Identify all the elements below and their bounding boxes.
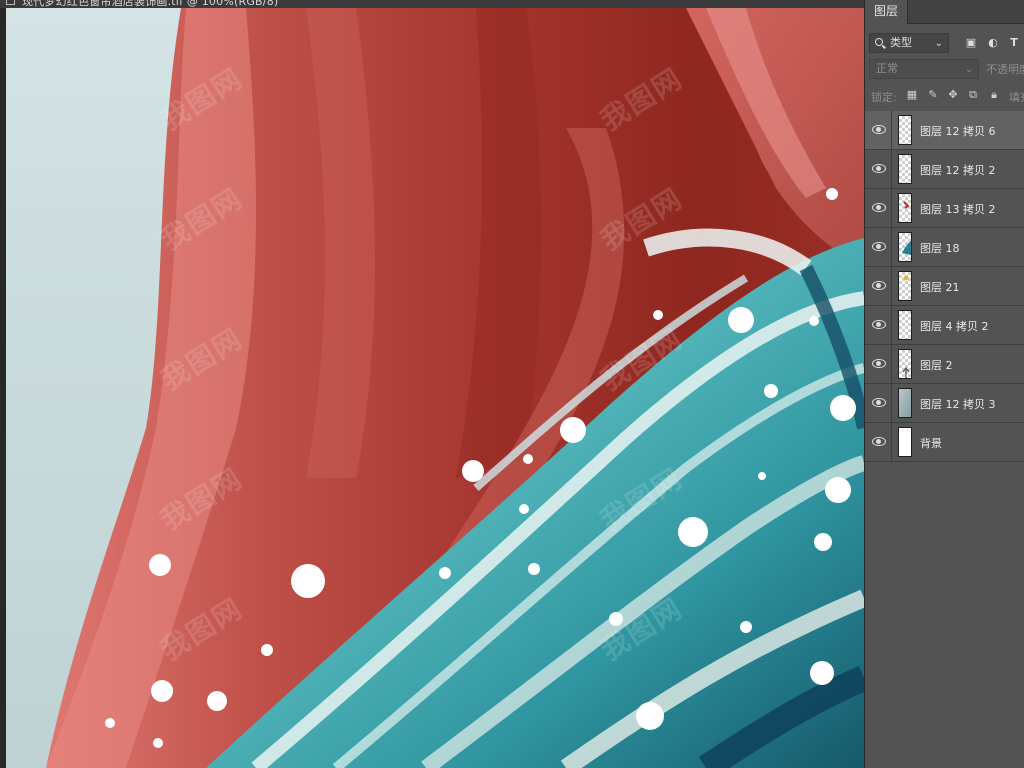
fill-label: 填充 (1009, 91, 1024, 104)
layer-thumbnail[interactable] (898, 115, 912, 145)
layer-name[interactable]: 背景 (920, 435, 942, 451)
layer-row[interactable]: 图层 21 (865, 267, 1024, 306)
layer-thumbnail[interactable] (898, 154, 912, 184)
layer-list: 图层 12 拷贝 6 图层 12 拷贝 2 图层 13 拷贝 2 图层 18 图层 21… (865, 111, 1024, 462)
close-icon[interactable] (6, 0, 15, 5)
layer-name[interactable]: 图层 21 (920, 279, 960, 295)
layer-name[interactable]: 图层 12 拷贝 2 (920, 162, 996, 178)
lock-paint-icon[interactable]: ✎ (926, 88, 940, 102)
panel-header: 图层 (865, 0, 1024, 24)
layer-row[interactable]: 图层 18 (865, 228, 1024, 267)
adjustment-filter-icon[interactable]: ◐ (985, 35, 1001, 51)
document-tab-title: 现代梦幻红色窗帘酒店装饰画.tif @ 100%(RGB/8) (22, 0, 279, 8)
lock-label: 锁定: (871, 91, 897, 104)
divider (891, 384, 892, 422)
visibility-eye-icon[interactable] (872, 163, 886, 173)
divider (891, 111, 892, 149)
divider (891, 228, 892, 266)
layer-row[interactable]: 图层 12 拷贝 3 (865, 384, 1024, 423)
layer-name[interactable]: 图层 12 拷贝 6 (920, 123, 996, 139)
layer-thumbnail[interactable] (898, 349, 912, 379)
chevron-down-icon: ⌄ (934, 38, 943, 49)
lock-all-icon[interactable]: 🔒︎ (987, 88, 1001, 102)
chevron-down-icon: ⌄ (964, 64, 973, 75)
filter-kind-label: 类型 (890, 36, 912, 49)
layer-name[interactable]: 图层 18 (920, 240, 960, 256)
layer-name[interactable]: 图层 2 (920, 357, 953, 373)
lock-row: 锁定: ▦ ✎ ✥ ⧉ 🔒︎ 填充 (865, 86, 1024, 106)
visibility-eye-icon[interactable] (872, 280, 886, 290)
layer-thumbnail[interactable] (898, 193, 912, 223)
layer-row[interactable]: 图层 12 拷贝 6 (865, 111, 1024, 150)
layer-name[interactable]: 图层 12 拷贝 3 (920, 396, 996, 412)
layer-row[interactable]: 背景 (865, 423, 1024, 462)
artwork-painting (6, 8, 864, 768)
lock-position-icon[interactable]: ✥ (946, 88, 960, 102)
layer-row[interactable]: 图层 2 (865, 345, 1024, 384)
layer-thumbnail[interactable] (898, 310, 912, 340)
divider (891, 150, 892, 188)
artwork-canvas[interactable]: 我图网 我图网 我图网 我图网 我图网 我图网 我图网 我图网 我图网 我图网 (6, 8, 864, 768)
image-filter-icon[interactable]: ▣ (963, 35, 979, 51)
layer-thumbnail[interactable] (898, 427, 912, 457)
lock-transparent-icon[interactable]: ▦ (905, 88, 919, 102)
layer-row[interactable]: 图层 13 拷贝 2 (865, 189, 1024, 228)
tab-layers[interactable]: 图层 (865, 0, 909, 24)
layer-name[interactable]: 图层 13 拷贝 2 (920, 201, 996, 217)
divider (891, 306, 892, 344)
divider (891, 423, 892, 461)
lock-artboard-icon[interactable]: ⧉ (966, 88, 980, 102)
divider (891, 189, 892, 227)
blend-mode-value: 正常 (876, 62, 898, 75)
layer-thumbnail[interactable] (898, 271, 912, 301)
type-filter-icon[interactable]: T (1006, 35, 1022, 51)
layer-thumbnail[interactable] (898, 388, 912, 418)
blend-row: 正常 ⌄ 不透明度 (865, 58, 1024, 80)
visibility-eye-icon[interactable] (872, 358, 886, 368)
visibility-eye-icon[interactable] (872, 241, 886, 251)
blend-mode-select[interactable]: 正常 ⌄ (869, 59, 979, 79)
photoshop-window: 现代梦幻红色窗帘酒店装饰画.tif @ 100%(RGB/8) 图层 类型 ⌄ … (0, 0, 1024, 768)
visibility-eye-icon[interactable] (872, 436, 886, 446)
layer-row[interactable]: 图层 12 拷贝 2 (865, 150, 1024, 189)
visibility-eye-icon[interactable] (872, 124, 886, 134)
search-icon (875, 38, 883, 46)
filter-kind-select[interactable]: 类型 ⌄ (869, 33, 949, 53)
layer-filter-row: 类型 ⌄ ▣ ◐ T (865, 32, 1024, 54)
divider (891, 267, 892, 305)
opacity-label: 不透明度 (986, 63, 1024, 76)
layer-thumbnail[interactable] (898, 232, 912, 262)
divider (891, 345, 892, 383)
document-area: 现代梦幻红色窗帘酒店装饰画.tif @ 100%(RGB/8) (0, 0, 864, 768)
visibility-eye-icon[interactable] (872, 319, 886, 329)
visibility-eye-icon[interactable] (872, 397, 886, 407)
layer-row[interactable]: 图层 4 拷贝 2 (865, 306, 1024, 345)
document-tab[interactable]: 现代梦幻红色窗帘酒店装饰画.tif @ 100%(RGB/8) (0, 0, 864, 8)
layer-name[interactable]: 图层 4 拷贝 2 (920, 318, 989, 334)
layers-panel: 图层 类型 ⌄ ▣ ◐ T 正常 ⌄ 不透明度 锁定: ▦ ✎ ✥ ⧉ 🔒 (864, 0, 1024, 768)
visibility-eye-icon[interactable] (872, 202, 886, 212)
